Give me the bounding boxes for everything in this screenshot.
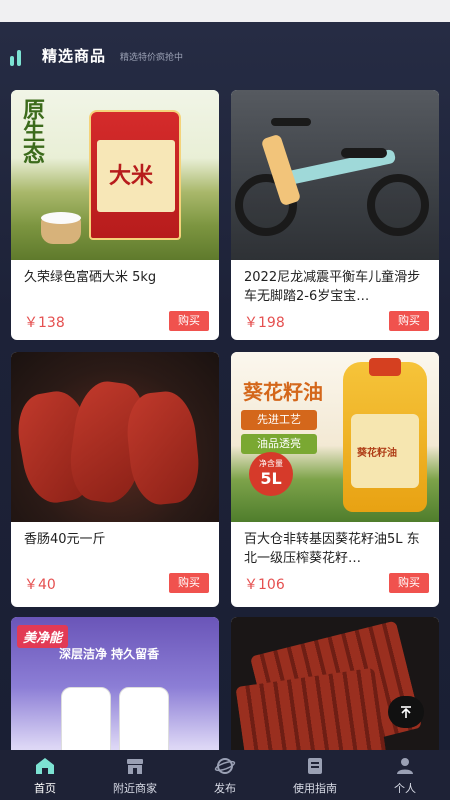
product-image-meat[interactable] — [231, 617, 439, 750]
product-card[interactable]: 葵花籽油 先进工艺 油品透亮 净含量 5L 葵花籽油 百大仓非转基因葵花籽油5L… — [231, 352, 439, 607]
tab-label: 发布 — [214, 782, 236, 795]
oil-volume-badge: 净含量 5L — [249, 452, 293, 496]
buy-button[interactable]: 购买 — [389, 573, 429, 593]
product-name[interactable]: 香肠40元一斤 — [24, 530, 210, 549]
tab-label: 使用指南 — [293, 782, 337, 795]
product-card[interactable]: 原生态 大米 久荣绿色富硒大米 5kg ￥138 购买 — [11, 90, 219, 340]
detergent-bottle — [119, 687, 169, 750]
publish-icon — [214, 758, 236, 774]
product-image-bike[interactable] — [231, 90, 439, 260]
product-grid: 原生态 大米 久荣绿色富硒大米 5kg ￥138 购买 2022尼龙减震平衡车儿… — [0, 0, 450, 750]
product-image-oil[interactable]: 葵花籽油 先进工艺 油品透亮 净含量 5L 葵花籽油 — [231, 352, 439, 522]
buy-button[interactable]: 购买 — [389, 311, 429, 331]
bike-handlebar — [271, 118, 311, 126]
detergent-slogan: 深层洁净 持久留香 — [59, 647, 160, 661]
buy-button[interactable]: 购买 — [169, 573, 209, 593]
product-image-detergent[interactable]: 美净能 深层洁净 持久留香 — [11, 617, 219, 750]
tab-home[interactable]: 首页 — [0, 750, 90, 800]
tab-profile[interactable]: 个人 — [360, 750, 450, 800]
detergent-bottle — [61, 687, 111, 750]
product-price: ￥138 — [24, 315, 65, 331]
guide-icon — [308, 758, 322, 774]
store-icon — [127, 759, 143, 774]
arrow-up-icon — [401, 706, 411, 718]
oil-bottle: 葵花籽油 — [343, 358, 427, 512]
oil-title: 葵花籽油 — [243, 380, 323, 404]
scroll-to-top-button[interactable] — [388, 696, 424, 728]
person-icon — [397, 758, 413, 774]
rice-bag-text: 大米 — [109, 163, 154, 189]
volume-caption: 净含量 — [259, 459, 283, 468]
tab-label: 个人 — [394, 782, 416, 795]
product-price: ￥198 — [244, 315, 285, 331]
tab-label: 附近商家 — [113, 782, 157, 795]
rice-bag: 大米 — [89, 110, 181, 240]
rice-side-text: 原生态 — [19, 98, 45, 164]
bottom-tab-bar: 首页 附近商家 发布 使用指南 个人 — [0, 750, 450, 800]
product-card[interactable] — [231, 617, 439, 750]
product-price: ￥106 — [244, 577, 285, 593]
tab-label: 首页 — [34, 782, 56, 795]
home-icon — [36, 758, 54, 774]
product-name[interactable]: 百大仓非转基因葵花籽油5L 东北一级压榨葵花籽… — [244, 530, 430, 568]
oil-tag-1: 先进工艺 — [241, 410, 317, 430]
product-name[interactable]: 久荣绿色富硒大米 5kg — [24, 268, 210, 287]
product-image-rice[interactable]: 原生态 大米 — [11, 90, 219, 260]
rice-bowl — [41, 212, 81, 244]
product-name[interactable]: 2022尼龙减震平衡车儿童滑步车无脚踏2-6岁宝宝… — [244, 268, 430, 306]
product-card[interactable]: 香肠40元一斤 ￥40 购买 — [11, 352, 219, 607]
oil-tag-2: 油品透亮 — [241, 434, 317, 454]
product-card[interactable]: 2022尼龙减震平衡车儿童滑步车无脚踏2-6岁宝宝… ￥198 购买 — [231, 90, 439, 340]
product-image-sausage[interactable] — [11, 352, 219, 522]
bike-seat — [341, 148, 387, 158]
product-price: ￥40 — [24, 577, 56, 593]
bike-rear-wheel — [367, 174, 429, 236]
tab-publish[interactable]: 发布 — [180, 750, 270, 800]
bottle-label: 葵花籽油 — [357, 448, 397, 459]
volume-value: 5L — [260, 469, 282, 488]
buy-button[interactable]: 购买 — [169, 311, 209, 331]
tab-nearby-stores[interactable]: 附近商家 — [90, 750, 180, 800]
product-card[interactable]: 美净能 深层洁净 持久留香 — [11, 617, 219, 750]
tab-user-guide[interactable]: 使用指南 — [270, 750, 360, 800]
